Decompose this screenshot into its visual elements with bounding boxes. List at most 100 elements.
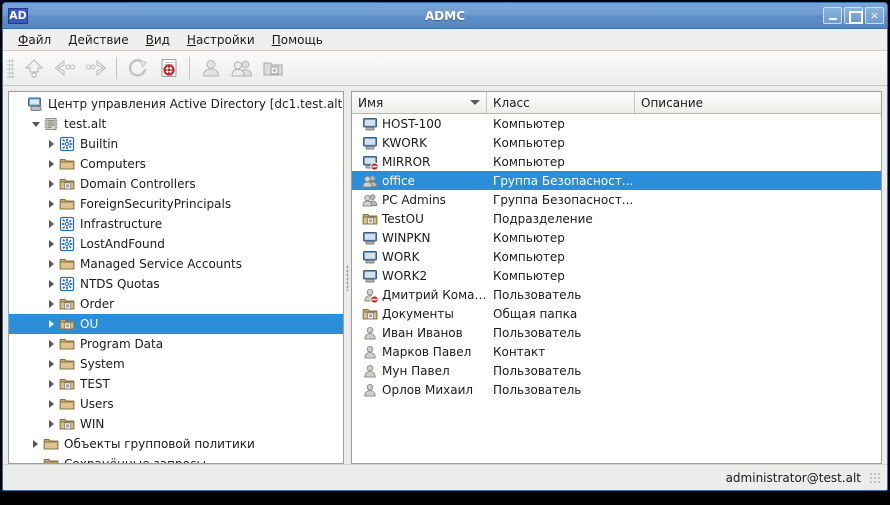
- row-name-cell: KWORK: [352, 135, 487, 151]
- expand-twisty-icon[interactable]: [45, 154, 58, 174]
- forward-arrow-icon: [85, 57, 107, 79]
- row-name-label: TestOU: [382, 211, 424, 227]
- tree-item-test[interactable]: TEST: [9, 374, 343, 394]
- tree-item-label: Order: [80, 296, 114, 312]
- expand-twisty-icon[interactable]: [45, 314, 58, 334]
- menu-file[interactable]: Файл: [11, 30, 58, 50]
- tree-item-test-alt[interactable]: test.alt: [9, 114, 343, 134]
- container-icon: [58, 276, 76, 292]
- table-row[interactable]: PC AdminsГруппа Безопасност...: [352, 190, 881, 209]
- maximize-button[interactable]: [844, 7, 863, 24]
- expand-twisty-icon[interactable]: [45, 194, 58, 214]
- expand-twisty-icon[interactable]: [45, 294, 58, 314]
- expand-twisty-icon[interactable]: [45, 334, 58, 354]
- tree-item-system[interactable]: System: [9, 354, 343, 374]
- table-row[interactable]: Мун ПавелПользователь: [352, 361, 881, 380]
- expand-twisty-icon[interactable]: [45, 174, 58, 194]
- row-name-label: WORK: [382, 249, 420, 265]
- tree-item-program-data[interactable]: Program Data: [9, 334, 343, 354]
- tree-item-центр-управления-active-directory-dc1-test-alt[interactable]: Центр управления Active Directory [dc1.t…: [9, 94, 343, 114]
- toolbar-grip[interactable]: [7, 58, 14, 78]
- menu-view[interactable]: Вид: [139, 30, 177, 50]
- tree-item-managed-service-accounts[interactable]: Managed Service Accounts: [9, 254, 343, 274]
- expand-twisty-icon[interactable]: [45, 274, 58, 294]
- table-row[interactable]: Иван ИвановПользователь: [352, 323, 881, 342]
- row-name-cell: TestOU: [352, 211, 487, 227]
- row-class-cell: Общая папка: [487, 307, 635, 321]
- refresh-button[interactable]: [122, 54, 153, 83]
- back-button[interactable]: [49, 54, 80, 83]
- filter-object-button[interactable]: [153, 54, 184, 83]
- tree-item-label: OU: [80, 316, 98, 332]
- new-user-button[interactable]: [195, 54, 226, 83]
- tree-item-computers[interactable]: Computers: [9, 154, 343, 174]
- tree-item-объекты-групповой-политики[interactable]: Объекты групповой политики: [9, 434, 343, 454]
- table-row[interactable]: Дмитрий Комар...Пользователь: [352, 285, 881, 304]
- tree-item-order[interactable]: Order: [9, 294, 343, 314]
- status-bar: administrator@test.alt: [3, 464, 887, 490]
- user-icon: [360, 287, 380, 303]
- tree-item-users[interactable]: Users: [9, 394, 343, 414]
- table-row[interactable]: HOST-100Компьютер: [352, 114, 881, 133]
- expand-twisty-icon[interactable]: [45, 134, 58, 154]
- title-bar[interactable]: AD ADMC ×: [3, 3, 887, 29]
- expand-twisty-icon[interactable]: [45, 374, 58, 394]
- table-row[interactable]: WINPKNКомпьютер: [352, 228, 881, 247]
- table-row[interactable]: Орлов МихаилПользователь: [352, 380, 881, 399]
- collapse-twisty-icon[interactable]: [29, 114, 42, 134]
- tree-item-foreignsecurityprincipals[interactable]: ForeignSecurityPrincipals: [9, 194, 343, 214]
- expand-twisty-icon[interactable]: [45, 354, 58, 374]
- status-user-label: administrator@test.alt: [726, 471, 861, 485]
- close-button[interactable]: ×: [865, 7, 884, 24]
- tree-item-сохранённые-запросы[interactable]: Сохранённые запросы: [9, 454, 343, 464]
- table-row[interactable]: WORK2Компьютер: [352, 266, 881, 285]
- folder-ou-icon: [58, 316, 76, 332]
- expand-twisty-icon[interactable]: [29, 434, 42, 454]
- row-name-cell: WINPKN: [352, 230, 487, 246]
- computer-icon: [362, 249, 378, 265]
- tree-item-lostandfound[interactable]: LostAndFound: [9, 234, 343, 254]
- table-row[interactable]: officeГруппа Безопасност...: [352, 171, 881, 190]
- minimize-button[interactable]: [823, 7, 842, 24]
- up-one-level-button[interactable]: [18, 54, 49, 83]
- tree-item-infrastructure[interactable]: Infrastructure: [9, 214, 343, 234]
- chevron-right-icon: [49, 280, 54, 288]
- tree-item-ntds-quotas[interactable]: NTDS Quotas: [9, 274, 343, 294]
- column-header-description[interactable]: Описание: [635, 92, 881, 113]
- table-row[interactable]: Марков ПавелКонтакт: [352, 342, 881, 361]
- table-row[interactable]: WORKКомпьютер: [352, 247, 881, 266]
- row-name-cell: MIRROR: [352, 154, 487, 170]
- row-name-label: Марков Павел: [382, 344, 471, 360]
- row-class-cell: Пользователь: [487, 288, 635, 302]
- tree-item-builtin[interactable]: Builtin: [9, 134, 343, 154]
- table-row[interactable]: TestOUПодразделение: [352, 209, 881, 228]
- menu-settings[interactable]: Настройки: [180, 30, 262, 50]
- expand-twisty-icon[interactable]: [45, 214, 58, 234]
- column-header-class[interactable]: Класс: [487, 92, 635, 113]
- chevron-right-icon: [49, 220, 54, 228]
- object-list[interactable]: HOST-100КомпьютерKWORKКомпьютерMIRRORКом…: [352, 114, 881, 399]
- up-arrow-icon: [23, 57, 45, 79]
- expand-twisty-icon[interactable]: [45, 254, 58, 274]
- column-header-name[interactable]: Имя: [352, 92, 487, 113]
- tree-item-win[interactable]: WIN: [9, 414, 343, 434]
- menu-help[interactable]: Помощь: [265, 30, 330, 50]
- user-icon: [360, 325, 380, 341]
- tree-item-ou[interactable]: OU: [9, 314, 343, 334]
- table-row[interactable]: ДокументыОбщая папка: [352, 304, 881, 323]
- list-pane: Имя Класс Описание HOST-100КомпьютерKWOR…: [351, 91, 882, 464]
- new-ou-button[interactable]: [257, 54, 288, 83]
- resize-grip-icon[interactable]: [869, 472, 881, 484]
- directory-tree[interactable]: Центр управления Active Directory [dc1.t…: [9, 92, 343, 464]
- expand-twisty-icon[interactable]: [45, 394, 58, 414]
- forward-button[interactable]: [80, 54, 111, 83]
- table-row[interactable]: MIRRORКомпьютер: [352, 152, 881, 171]
- table-row[interactable]: KWORKКомпьютер: [352, 133, 881, 152]
- computer-icon: [360, 268, 380, 284]
- tree-item-domain-controllers[interactable]: Domain Controllers: [9, 174, 343, 194]
- pane-splitter[interactable]: [344, 91, 351, 464]
- expand-twisty-icon[interactable]: [45, 234, 58, 254]
- menu-action[interactable]: Действие: [61, 30, 135, 50]
- new-group-button[interactable]: [226, 54, 257, 83]
- expand-twisty-icon[interactable]: [45, 414, 58, 434]
